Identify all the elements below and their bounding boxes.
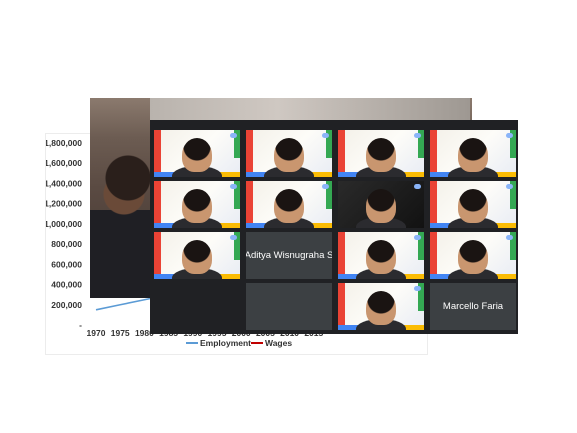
participant-tile[interactable] [430, 232, 516, 279]
y-tick-label: 1,800,000 [46, 138, 82, 148]
participant-tile[interactable] [338, 130, 424, 177]
y-tick-label: 200,000 [51, 300, 82, 310]
tile-frame-stripe [338, 283, 345, 330]
participant-tile[interactable] [154, 181, 240, 228]
x-tick-label: 1975 [111, 328, 130, 338]
speaking-indicator-icon [230, 184, 237, 189]
speaking-indicator-icon [414, 184, 421, 189]
participant-name-label: Marcello Faria [442, 301, 504, 312]
y-tick-label: 600,000 [51, 259, 82, 269]
participant-tile[interactable]: Marcello Faria [430, 283, 516, 330]
participant-face [182, 240, 212, 274]
tile-frame-stripe [338, 130, 345, 177]
participant-face [182, 138, 212, 172]
tile-frame-stripe [246, 181, 253, 228]
participant-tile[interactable] [338, 181, 424, 228]
participant-tile[interactable]: Aditya Wisnugraha S [246, 232, 332, 279]
y-tick-label: - [79, 320, 82, 330]
tile-frame-stripe [338, 232, 345, 279]
participant-face [458, 189, 488, 223]
x-tick-label: 1970 [87, 328, 106, 338]
participant-tile[interactable] [338, 232, 424, 279]
y-tick-label: 800,000 [51, 239, 82, 249]
participant-face [458, 240, 488, 274]
speaking-indicator-icon [414, 133, 421, 138]
speaking-indicator-icon [230, 133, 237, 138]
legend-employment-label: Employment [200, 338, 251, 348]
participant-tile[interactable] [430, 181, 516, 228]
speaking-indicator-icon [506, 133, 513, 138]
tile-frame-stripe [154, 232, 161, 279]
participant-tile[interactable] [246, 181, 332, 228]
participant-tile[interactable] [430, 130, 516, 177]
speaking-indicator-icon [414, 235, 421, 240]
legend-wages-label: Wages [265, 338, 292, 348]
video-meeting-grid: Aditya Wisnugraha S Marcello Faria [150, 120, 518, 334]
y-tick-label: 400,000 [51, 280, 82, 290]
tile-frame-stripe [246, 130, 253, 177]
participant-tile[interactable] [246, 130, 332, 177]
participant-face [366, 240, 396, 274]
y-tick-label: 1,000,000 [46, 219, 82, 229]
speaking-indicator-icon [506, 184, 513, 189]
participant-face [366, 138, 396, 172]
tile-frame-stripe [430, 232, 437, 279]
y-tick-label: 1,400,000 [46, 178, 82, 188]
tile-frame-stripe [430, 181, 437, 228]
participant-face [274, 138, 304, 172]
speaking-indicator-icon [230, 235, 237, 240]
participant-tile[interactable] [246, 283, 332, 330]
y-tick-label: 1,200,000 [46, 199, 82, 209]
tile-frame-stripe [154, 181, 161, 228]
participant-face [366, 291, 396, 325]
participant-name-label: Aditya Wisnugraha S [246, 250, 332, 261]
participant-tile[interactable] [154, 130, 240, 177]
speaking-indicator-icon [506, 235, 513, 240]
participant-face [182, 189, 212, 223]
speaking-indicator-icon [322, 133, 329, 138]
participant-tile[interactable] [338, 283, 424, 330]
speaking-indicator-icon [414, 286, 421, 291]
speaking-indicator-icon [322, 184, 329, 189]
tile-frame-stripe [430, 130, 437, 177]
y-tick-label: 1,600,000 [46, 158, 82, 168]
participant-face [366, 189, 396, 223]
tile-frame-stripe [154, 130, 161, 177]
participant-face [458, 138, 488, 172]
participant-face [274, 189, 304, 223]
participant-tile[interactable] [154, 232, 240, 279]
